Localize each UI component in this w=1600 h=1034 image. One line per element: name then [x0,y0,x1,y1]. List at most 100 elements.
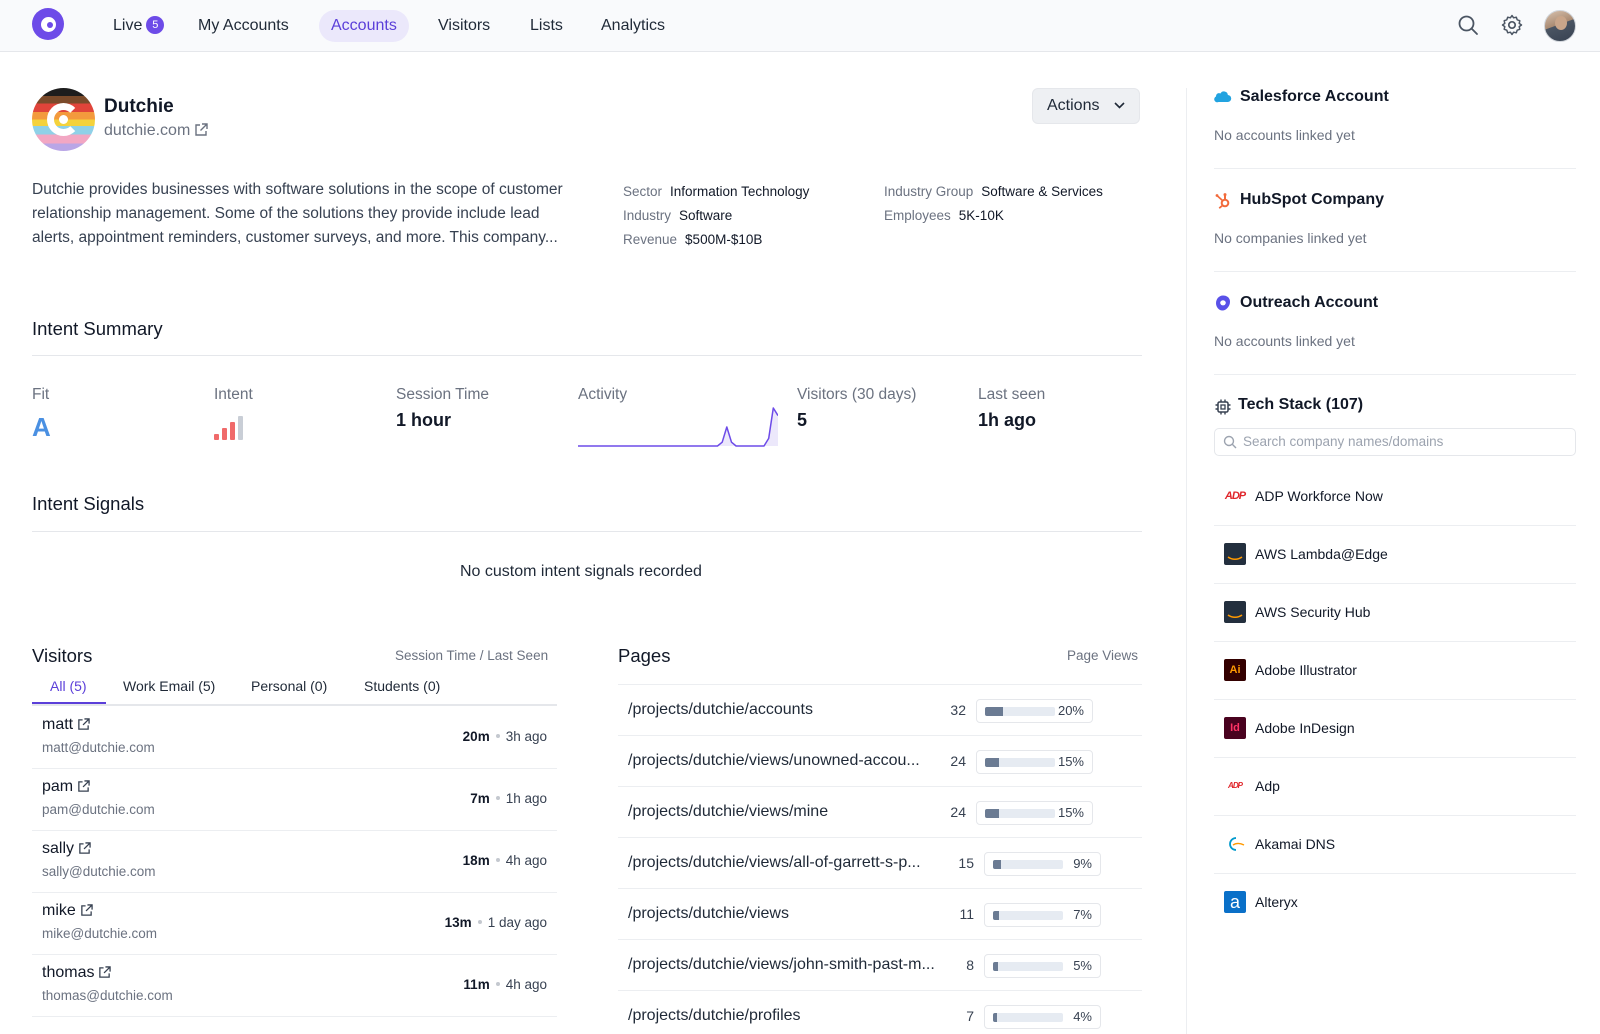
actions-button-label: Actions [1047,97,1100,114]
tech-item[interactable]: AWS Lambda@Edge [1214,526,1576,584]
chevron-down-icon [1114,102,1125,109]
page-row[interactable]: /projects/dutchie/views/mine 24 15% [618,786,1142,837]
page-views-percent: 9% [1073,856,1092,871]
visitor-row[interactable]: pam pam@dutchie.com 7m 1h ago [32,769,557,831]
visitor-last-seen: 1 day ago [487,915,547,930]
visitor-row[interactable]: mike mike@dutchie.com 13m 1 day ago [32,893,557,955]
actions-button[interactable]: Actions [1032,88,1140,124]
nav-my-accounts[interactable]: My Accounts [186,10,301,42]
fit-grade: A [32,412,51,442]
session-time-label: Session Time [396,386,490,403]
page-views-bar: 20% [976,699,1093,723]
nav-visitors[interactable]: Visitors [426,10,502,42]
visitor-times: 18m 4h ago [463,853,547,868]
tab-students[interactable]: Students (0) [364,678,440,694]
visitor-last-seen: 4h ago [505,977,547,992]
page-views-percent: 20% [1057,703,1084,718]
page-views-percent: 4% [1073,1009,1092,1024]
last-seen-label: Last seen [978,386,1046,403]
page-row[interactable]: /projects/dutchie/accounts 32 20% [618,684,1142,735]
revenue-value: $500M-$10B [685,232,763,247]
visitor-times: 13m 1 day ago [445,915,547,930]
salesforce-cloud-icon [1214,91,1232,103]
page-row[interactable]: /projects/dutchie/views 11 7% [618,888,1142,939]
external-link-icon [79,842,91,854]
gear-icon[interactable] [1500,13,1524,37]
page-views-bar: 15% [976,750,1093,774]
salesforce-account-title: Salesforce Account [1240,88,1389,105]
page-views-bar-fill [985,809,999,818]
adp-logo-icon: ADP [1224,490,1246,502]
page-views-bar-fill [993,860,1002,869]
company-logo [32,88,95,151]
tab-work-email[interactable]: Work Email (5) [123,678,215,694]
nav-live[interactable]: Live 5 [101,10,176,42]
tech-item[interactable]: a Alteryx [1214,874,1576,932]
page-path: /projects/dutchie/views/all-of-garrett-s… [628,854,921,871]
nav-accounts[interactable]: Accounts [319,10,409,42]
visitor-row[interactable]: sally sally@dutchie.com 18m 4h ago [32,831,557,893]
hubspot-empty-text: No companies linked yet [1214,230,1367,246]
page-views-count: 15 [958,855,974,871]
tech-search-placeholder: Search company names/domains [1243,434,1444,449]
tech-item[interactable]: AWS Security Hub [1214,584,1576,642]
visitor-name-link[interactable]: thomas [42,964,112,982]
tech-search-input[interactable]: Search company names/domains [1214,428,1576,456]
intent-signals-empty: No custom intent signals recorded [460,563,702,580]
adobe-indesign-icon: Id [1224,717,1246,739]
visitor-email: pam@dutchie.com [42,802,155,817]
visitor-name-link[interactable]: pam [42,778,90,796]
tech-item[interactable]: ADP Adp [1214,758,1576,816]
nav-analytics[interactable]: Analytics [589,10,677,42]
page-row[interactable]: /projects/dutchie/views/unowned-accou...… [618,735,1142,786]
outreach-account-title: Outreach Account [1240,294,1379,311]
tech-item[interactable]: Ai Adobe Illustrator [1214,642,1576,700]
visitor-row[interactable]: matt matt@dutchie.com 20m 3h ago [32,707,557,769]
visitor-name-link[interactable]: sally [42,840,91,858]
salesforce-empty-text: No accounts linked yet [1214,127,1355,143]
outreach-empty-text: No accounts linked yet [1214,333,1355,349]
page-views-bar-fill [993,1013,997,1022]
visitor-name: sally [42,840,75,857]
page-views-percent: 15% [1057,754,1084,769]
tab-all[interactable]: All (5) [50,678,87,694]
visitor-name-link[interactable]: mike [42,902,93,920]
employees-label: Employees [884,208,951,223]
search-icon[interactable] [1456,13,1480,37]
page-path: /projects/dutchie/views/mine [628,803,829,820]
intent-level-icon [214,416,243,440]
visitor-email: matt@dutchie.com [42,740,155,755]
page-row[interactable]: /projects/dutchie/views/all-of-garrett-s… [618,837,1142,888]
page-views-count: 8 [966,957,974,973]
visitor-session-time: 11m [463,977,490,992]
nav-lists[interactable]: Lists [518,10,575,42]
tech-item[interactable]: Akamai DNS [1214,816,1576,874]
external-link-icon [78,718,90,730]
user-avatar[interactable] [1544,10,1576,42]
company-domain-link[interactable]: dutchie.com [104,122,208,140]
alteryx-logo-icon: a [1224,891,1246,913]
page-path: /projects/dutchie/profiles [628,1007,801,1024]
tech-item[interactable]: ADP ADP Workforce Now [1214,468,1576,526]
pages-panel-title: Pages [618,645,671,666]
akamai-logo-icon [1229,837,1245,851]
nav-live-label: Live [113,17,143,34]
page-row[interactable]: /projects/dutchie/profiles 7 4% [618,990,1142,1034]
visitor-session-time: 20m [462,729,490,744]
tech-item[interactable]: Id Adobe InDesign [1214,700,1576,758]
industry-value: Software [679,208,733,223]
page-row[interactable]: /projects/dutchie/views/john-smith-past-… [618,939,1142,990]
live-count-badge: 5 [146,16,165,34]
visitor-row[interactable]: thomas thomas@dutchie.com 11m 4h ago [32,955,557,1017]
tab-personal[interactable]: Personal (0) [251,678,327,694]
company-description: Dutchie provides businesses with softwar… [32,181,563,246]
page-views-count: 11 [959,906,974,922]
visitor-times: 11m 4h ago [463,977,547,992]
tech-item-name: AWS Security Hub [1255,604,1371,620]
aws-logo-icon [1224,543,1246,565]
visitor-email: sally@dutchie.com [42,864,156,879]
tech-item-name: Akamai DNS [1255,836,1336,852]
app-logo-icon[interactable] [32,8,64,40]
facts-column-2: Industry Group Software & Services Employ… [884,180,1103,228]
visitor-name-link[interactable]: matt [42,716,90,734]
